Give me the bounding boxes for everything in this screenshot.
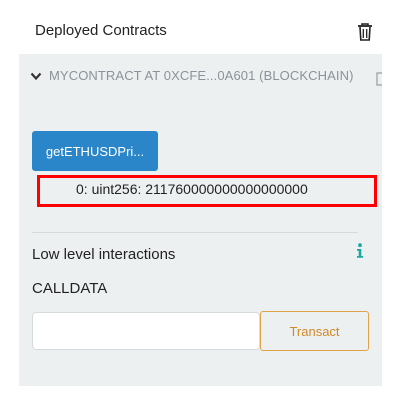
section-title: Deployed Contracts (35, 22, 167, 39)
calldata-input[interactable] (32, 312, 260, 350)
info-icon[interactable] (356, 243, 364, 258)
low-level-interactions-label: Low level interactions (32, 246, 176, 263)
deployed-contracts-panel: Deployed Contracts MYCONTRACT AT 0XCFE..… (0, 0, 394, 401)
chevron-down-icon (30, 72, 42, 80)
contract-instance-header[interactable]: MYCONTRACT AT 0XCFE...0A601 (BLOCKCHAIN) (30, 68, 354, 83)
trash-icon[interactable] (357, 23, 373, 41)
calldata-label: CALLDATA (32, 280, 108, 297)
get-eth-usd-price-button[interactable]: getETHUSDPri... (32, 131, 158, 171)
transact-button[interactable]: Transact (260, 311, 369, 351)
copy-icon[interactable] (376, 70, 382, 88)
contract-instance-label: MYCONTRACT AT 0XCFE...0A601 (BLOCKCHAIN) (49, 68, 354, 83)
divider (32, 232, 358, 233)
call-result-value: 0: uint256: 211760000000000000000 (76, 181, 308, 197)
